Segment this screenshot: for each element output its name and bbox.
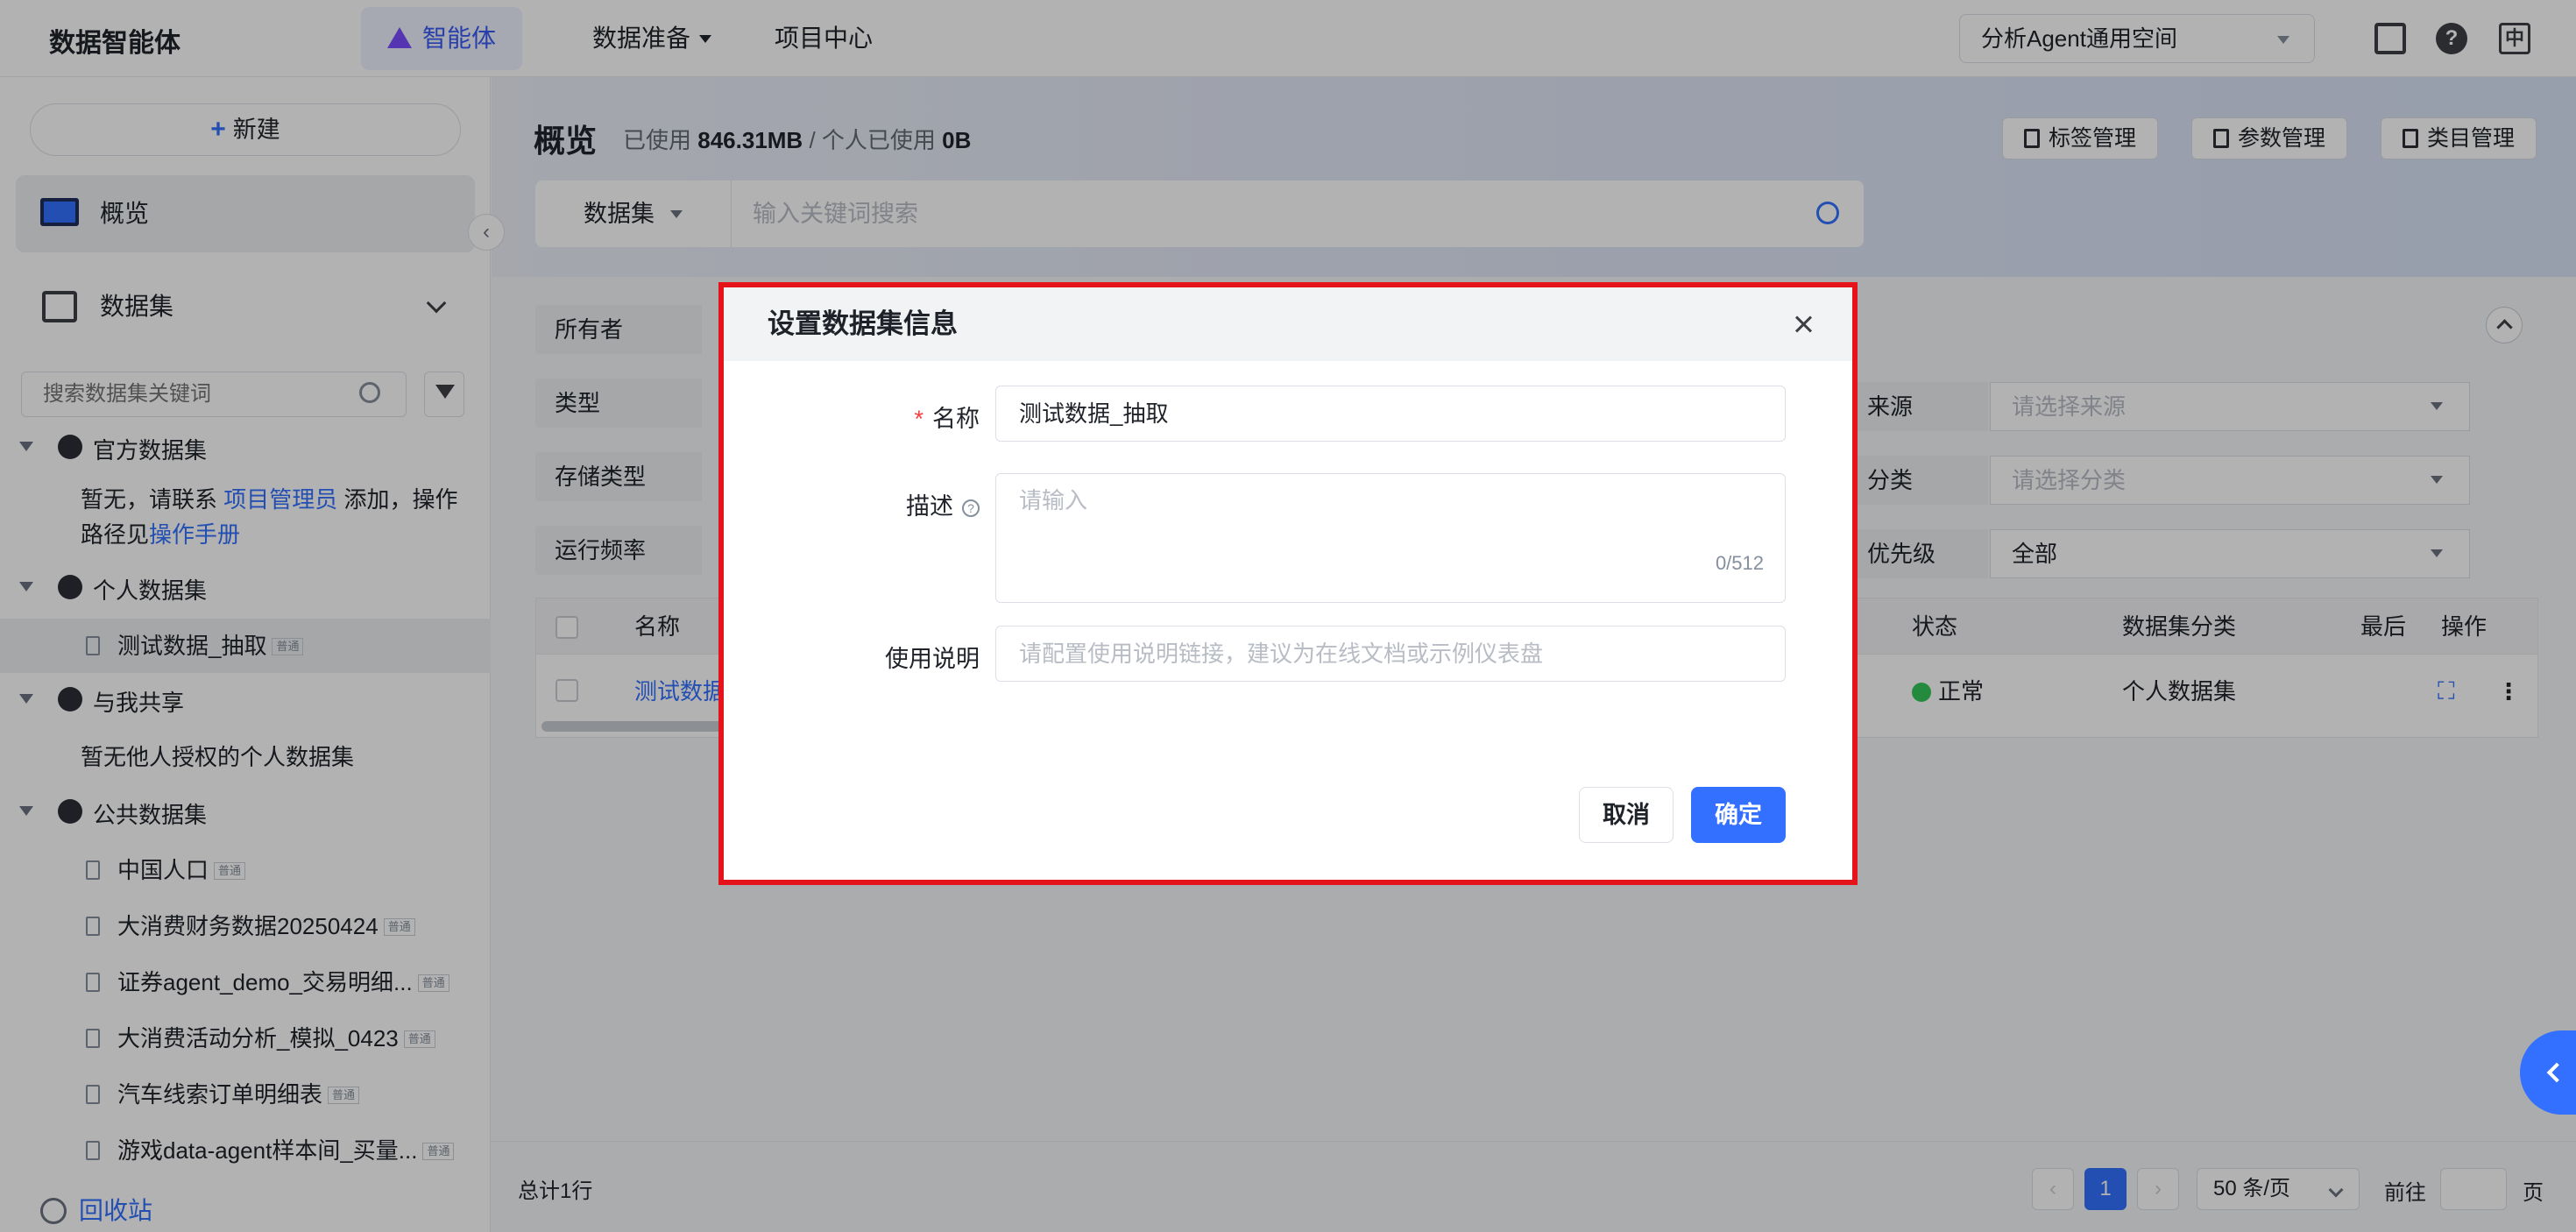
required-mark: * (914, 406, 924, 432)
name-field-label: * 名称 (914, 406, 980, 432)
usage-link-input[interactable]: 请配置使用说明链接，建议为在线文档或示例仪表盘 (995, 626, 1786, 682)
dataset-info-dialog: 设置数据集信息 * 名称 测试数据_抽取 描述? 请输入 0/512 使用说明 请… (724, 287, 1852, 880)
cancel-button[interactable]: 取消 (1579, 787, 1674, 843)
usage-field-label: 使用说明 (885, 646, 980, 672)
question-icon[interactable]: ? (962, 499, 980, 517)
dialog-highlight-frame: 设置数据集信息 * 名称 测试数据_抽取 描述? 请输入 0/512 使用说明 请… (718, 282, 1858, 885)
confirm-button[interactable]: 确定 (1691, 787, 1786, 843)
close-icon[interactable] (1787, 308, 1819, 340)
dialog-title: 设置数据集信息 (768, 308, 958, 339)
name-field[interactable]: 测试数据_抽取 (995, 386, 1786, 442)
desc-textarea[interactable]: 请输入 0/512 (995, 473, 1786, 603)
dialog-header: 设置数据集信息 (724, 287, 1852, 361)
desc-char-count: 0/512 (1715, 552, 1764, 574)
desc-field-label: 描述? (906, 487, 980, 521)
